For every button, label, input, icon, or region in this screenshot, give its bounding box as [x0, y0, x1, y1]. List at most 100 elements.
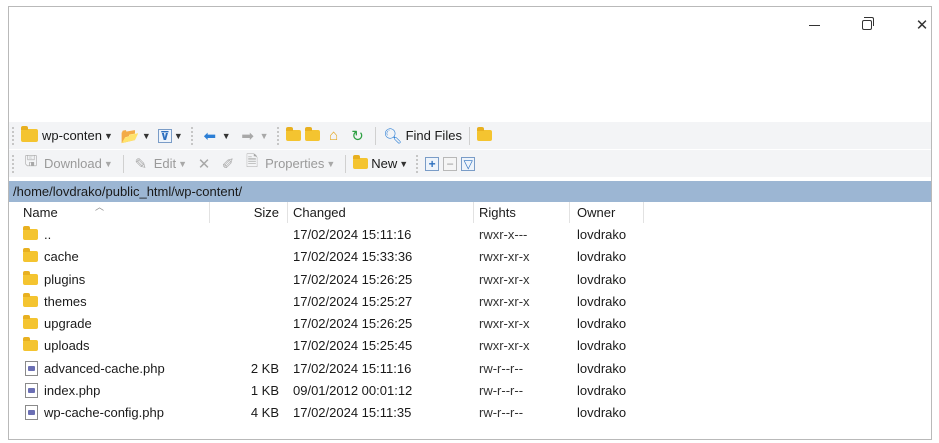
chevron-down-icon[interactable]: ▼ [178, 159, 187, 169]
tree-view-button[interactable] [475, 125, 494, 147]
table-row[interactable]: wp-cache-config.php 4 KB 17/02/2024 15:11:… [9, 401, 931, 423]
table-row[interactable]: uploads 17/02/2024 15:25:45 rwxr-xr-x lovdr… [9, 334, 931, 356]
chevron-down-icon[interactable]: ▼ [104, 159, 113, 169]
table-row[interactable]: plugins 17/02/2024 15:26:25 rwxr-xr-x lovdr… [9, 268, 931, 290]
toolbar-grip[interactable] [416, 154, 419, 173]
rename-icon: ✐ [221, 155, 235, 173]
refresh-icon: ↻ [351, 127, 364, 145]
chevron-down-icon[interactable]: ▼ [260, 131, 269, 141]
parent-folder-icon [23, 226, 38, 240]
column-header-size[interactable]: Size [254, 205, 279, 220]
open-folder-button[interactable]: 📂 ▼ [118, 125, 156, 147]
title-bar: ✕ [9, 7, 931, 117]
filter-button[interactable]: ⊽ ▼ [156, 125, 188, 147]
table-row[interactable]: index.php 1 KB 09/01/2012 00:01:12 rw-r--r-… [9, 379, 931, 401]
file-name: themes [44, 293, 87, 309]
table-row[interactable]: themes 17/02/2024 15:25:27 rwxr-xr-x lovdra… [9, 290, 931, 312]
column-divider[interactable] [473, 202, 474, 223]
column-divider[interactable] [643, 202, 644, 223]
toolbar-grip[interactable] [276, 126, 280, 145]
properties-button[interactable]: 🗎 Properties ▼ [240, 153, 340, 175]
file-owner: lovdrako [577, 249, 627, 265]
file-name: advanced-cache.php [44, 360, 165, 376]
chevron-down-icon[interactable]: ▼ [399, 159, 408, 169]
file-name-cell: plugins [23, 270, 85, 287]
file-actions-toolbar: 🖫 Download ▼ ✎ Edit ▼ ✕ ✐ 🗎 Properties ▼… [9, 150, 931, 177]
parent-directory-button[interactable] [284, 125, 303, 147]
rename-button[interactable]: ✐ [216, 153, 240, 175]
download-button[interactable]: 🖫 Download ▼ [19, 153, 118, 175]
column-divider[interactable] [209, 202, 210, 223]
back-button[interactable]: ⬅ ▼ [198, 125, 236, 147]
toolbar-grip[interactable] [12, 126, 15, 145]
file-changed: 17/02/2024 15:25:27 [293, 293, 413, 309]
refresh-button[interactable]: ↻ [346, 125, 370, 147]
column-header-owner[interactable]: Owner [577, 205, 615, 220]
toolbar-grip[interactable] [12, 154, 15, 173]
file-name-cell: upgrade [23, 315, 92, 331]
properties-label: Properties [265, 156, 325, 171]
chevron-down-icon[interactable]: ▼ [222, 131, 231, 141]
edit-button[interactable]: ✎ Edit ▼ [129, 153, 192, 175]
file-name-cell: themes [23, 292, 87, 309]
file-changed: 17/02/2024 15:11:16 [293, 360, 412, 376]
minimize-button[interactable] [794, 11, 834, 39]
file-name: wp-cache-config.php [44, 405, 164, 421]
file-list[interactable]: Name ︿ Size Changed Rights Owner .. 17/02… [9, 202, 931, 424]
select-all-button[interactable]: + [423, 153, 441, 175]
file-owner: lovdrako [577, 271, 627, 287]
file-list-header: Name ︿ Size Changed Rights Owner [9, 202, 931, 223]
filter-selection-button[interactable]: ▽ [459, 153, 477, 175]
toolbar-grip[interactable] [190, 126, 194, 145]
file-changed: 17/02/2024 15:11:35 [293, 405, 412, 421]
column-header-name[interactable]: Name [23, 205, 58, 220]
chevron-down-icon[interactable]: ▼ [104, 131, 113, 141]
new-button[interactable]: New ▼ [351, 153, 413, 175]
maximize-button[interactable] [847, 11, 887, 39]
file-name-cell: wp-cache-config.php [23, 405, 164, 421]
file-name-cell: .. [23, 226, 51, 242]
folder-icon [23, 270, 38, 285]
column-header-changed[interactable]: Changed [293, 205, 346, 220]
new-label: New [371, 156, 398, 171]
folder-icon [23, 315, 38, 330]
unselect-button[interactable]: − [441, 153, 459, 175]
file-owner: lovdrako [577, 405, 627, 421]
table-row[interactable]: .. 17/02/2024 15:11:16 rwxr-x--- lovdrako [9, 223, 931, 245]
file-changed: 17/02/2024 15:33:36 [293, 249, 413, 265]
column-header-rights[interactable]: Rights [479, 205, 516, 220]
home-button[interactable]: ⌂ [322, 125, 346, 147]
file-rights: rw-r--r-- [479, 383, 524, 399]
chevron-down-icon[interactable]: ▼ [326, 159, 335, 169]
filter-icon: ⊽ [157, 128, 172, 143]
file-rights: rwxr-xr-x [479, 293, 530, 309]
column-divider[interactable] [569, 202, 570, 223]
close-button[interactable]: ✕ [902, 11, 931, 39]
current-path: /home/lovdrako/public_html/wp-content/ [9, 181, 931, 202]
table-row[interactable]: advanced-cache.php 2 KB 17/02/2024 15:11:1… [9, 357, 931, 379]
find-files-button[interactable]: 🔍︎ Find Files [381, 125, 464, 147]
file-size: 1 KB [250, 383, 279, 399]
file-rights: rwxr-xr-x [479, 338, 530, 354]
find-files-label: Find Files [405, 128, 462, 143]
table-row[interactable]: upgrade 17/02/2024 15:26:25 rwxr-xr-x lovdr… [9, 312, 931, 334]
file-name-cell: index.php [23, 383, 101, 399]
column-divider[interactable] [287, 202, 288, 223]
chevron-down-icon[interactable]: ▼ [142, 131, 151, 141]
minimize-icon [808, 24, 820, 26]
close-icon: ✕ [915, 17, 929, 34]
file-owner: lovdrako [577, 316, 627, 332]
location-combo[interactable]: wp-conten ▼ [19, 126, 118, 143]
root-directory-button[interactable] [303, 125, 322, 147]
file-changed: 17/02/2024 15:25:45 [293, 338, 413, 354]
forward-button[interactable]: ➡ ▼ [236, 125, 274, 147]
find-files-icon: 🔍︎ [383, 127, 403, 145]
file-rights: rwxr-xr-x [479, 316, 530, 332]
location-combo-label: wp-conten [42, 128, 102, 143]
file-rights: rwxr-x--- [479, 227, 528, 242]
table-row[interactable]: cache 17/02/2024 15:33:36 rwxr-xr-x lovdrak… [9, 245, 931, 267]
tree-view-icon [476, 127, 492, 141]
chevron-down-icon[interactable]: ▼ [174, 131, 183, 141]
file-name: index.php [44, 383, 101, 399]
delete-button[interactable]: ✕ [192, 153, 216, 175]
